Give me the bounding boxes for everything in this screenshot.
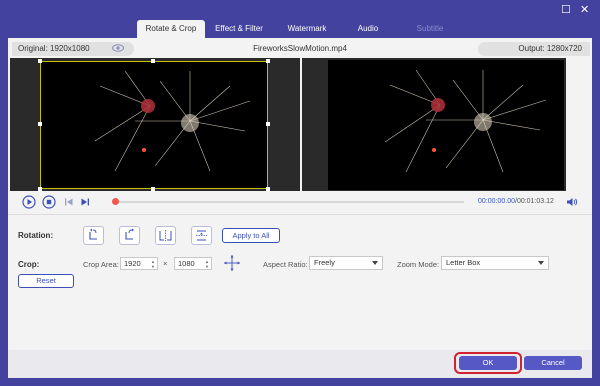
maximize-icon[interactable]: ☐ [561,5,571,16]
time-display: 00:00:00.00/00:01:03.12 [478,198,554,205]
rotate-right-icon [125,228,134,240]
eye-icon[interactable] [112,44,124,52]
fireworks-frame-output [328,60,564,190]
tab-subtitle: Subtitle [416,24,444,33]
rotate-left-button[interactable] [83,226,104,245]
crop-height-input[interactable]: 1080 ▲ ▼ [174,257,212,270]
crop-handle-top[interactable] [151,59,155,63]
previous-frame-icon[interactable] [64,197,74,207]
stop-icon[interactable] [42,195,56,209]
rotate-right-button[interactable] [119,226,140,245]
crop-handle-right[interactable] [266,122,270,126]
cancel-button[interactable]: Cancel [524,356,582,370]
info-bar: FireworksSlowMotion.mp4 Original: 1920x1… [8,41,592,57]
crop-handle-left[interactable] [38,122,42,126]
aspect-ratio-label: Aspect Ratio: [263,260,308,269]
volume-icon[interactable] [566,197,578,207]
aspect-ratio-value: Freely [314,258,335,267]
crop-handle-top-left[interactable] [38,59,42,63]
crop-handle-top-right[interactable] [266,59,270,63]
flip-horizontal-icon [159,230,172,241]
zoom-mode-select[interactable]: Letter Box [441,256,549,270]
close-icon[interactable]: ✕ [580,5,589,16]
video-preview-area [10,58,566,191]
zoom-mode-label: Zoom Mode: [397,260,440,269]
reset-button[interactable]: Reset [18,274,74,288]
current-time: 00:00:00.00 [478,198,515,205]
tab-bar: Rotate & Crop Effect & Filter Watermark … [137,20,465,38]
crop-handle-bottom-right[interactable] [266,187,270,191]
editor-window: ☐ ✕ Rotate & Crop Effect & Filter Waterm… [0,0,600,386]
aspect-ratio-select[interactable]: Freely [309,256,383,270]
playhead[interactable] [112,198,119,205]
ok-button[interactable]: OK [459,356,517,370]
rotate-left-icon [89,228,97,240]
total-time: 00:01:03.12 [516,198,554,205]
crop-width-stepper[interactable]: ▲ ▼ [151,259,156,269]
crop-handle-bottom-left[interactable] [38,187,42,191]
playback-controls: 00:00:00.00/00:01:03.12 [8,194,592,210]
flip-vertical-button[interactable] [191,226,212,245]
center-crop-icon[interactable] [222,254,242,272]
output-resolution: Output: 1280x720 [478,42,590,56]
tab-watermark[interactable]: Watermark [273,20,341,38]
flip-horizontal-button[interactable] [155,226,176,245]
timeline-track[interactable] [112,201,464,203]
output-video-preview [302,58,566,191]
tab-audio[interactable]: Audio [341,20,395,38]
crop-width-value: 1920 [124,259,141,268]
tab-effect-filter[interactable]: Effect & Filter [205,20,273,38]
crop-height-value: 1080 [178,259,195,268]
chevron-down-icon [372,261,378,265]
crop-handle-bottom[interactable] [151,187,155,191]
rotation-label: Rotation: [18,231,54,240]
tab-rotate-crop[interactable]: Rotate & Crop [137,20,205,38]
chevron-down-icon [538,261,544,265]
flip-vertical-icon [196,230,207,241]
apply-to-all-button[interactable]: Apply to All [222,228,280,243]
next-frame-icon[interactable] [80,197,90,207]
dialog-footer: OK Cancel [8,350,592,378]
crop-width-input[interactable]: 1920 ▲ ▼ [120,257,158,270]
original-video-preview[interactable] [10,58,300,191]
play-icon[interactable] [22,195,36,209]
crop-height-stepper[interactable]: ▲ ▼ [205,259,210,269]
zoom-mode-value: Letter Box [446,258,481,267]
crop-area-label: Crop Area: [83,260,119,269]
crop-times-sign: × [163,259,168,268]
crop-frame[interactable] [38,59,270,191]
crop-label: Crop: [18,260,40,269]
editor-panel: FireworksSlowMotion.mp4 Original: 1920x1… [8,38,592,378]
divider [8,214,592,215]
